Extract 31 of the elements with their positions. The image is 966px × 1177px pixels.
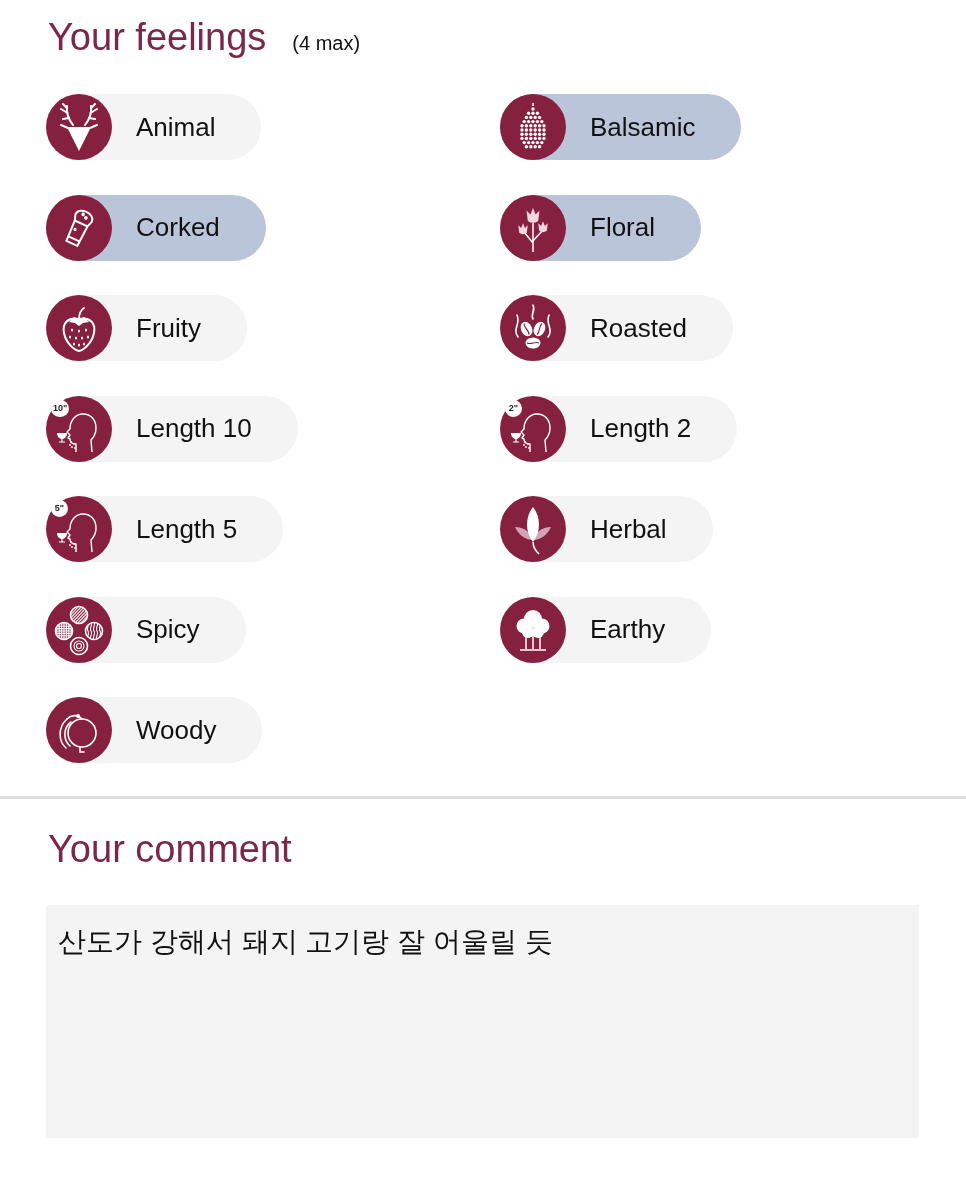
section-title: Your comment bbox=[47, 827, 292, 872]
feeling-toggle[interactable]: Herbal bbox=[500, 496, 713, 562]
barrel-icon bbox=[46, 697, 112, 763]
comment-field[interactable]: 산도가 강해서 돼지 고기랑 잘 어울릴 듯 bbox=[46, 905, 919, 1138]
head-profile-icon bbox=[46, 496, 112, 562]
feeling-toggle[interactable]: Woody bbox=[46, 697, 263, 763]
head-profile-icon bbox=[46, 395, 112, 462]
limit-note: (4 max) bbox=[292, 32, 361, 55]
feeling-toggle[interactable]: 5" Length 5 bbox=[46, 496, 284, 562]
tree-icon bbox=[500, 596, 566, 663]
deer-head-icon bbox=[46, 94, 112, 160]
section-title: Your feelings bbox=[48, 15, 267, 60]
feeling-toggle[interactable]: Animal bbox=[46, 94, 262, 160]
feeling-toggle[interactable]: Fruity bbox=[46, 295, 247, 361]
dotted-drop-icon bbox=[500, 94, 566, 160]
coffee-bean-icon bbox=[500, 295, 566, 361]
feeling-toggle[interactable]: Roasted bbox=[500, 295, 733, 361]
feeling-toggle[interactable]: Floral bbox=[500, 194, 701, 261]
pattern-circles-icon bbox=[46, 596, 112, 663]
head-profile-icon bbox=[500, 395, 566, 462]
feeling-toggle[interactable]: 10" Length 10 bbox=[46, 395, 298, 462]
feeling-toggle[interactable]: Spicy bbox=[46, 596, 246, 663]
flower-icon bbox=[500, 194, 566, 261]
cork-icon bbox=[46, 194, 112, 261]
feeling-toggle[interactable]: 2" Length 2 bbox=[500, 395, 738, 462]
feeling-toggle[interactable]: Earthy bbox=[500, 596, 712, 663]
leaf-icon bbox=[500, 496, 566, 562]
feeling-toggle[interactable]: Balsamic bbox=[500, 94, 742, 160]
feeling-toggle[interactable]: Corked bbox=[46, 194, 266, 261]
strawberry-icon bbox=[46, 295, 112, 361]
duration-badge: 10" bbox=[51, 399, 70, 417]
